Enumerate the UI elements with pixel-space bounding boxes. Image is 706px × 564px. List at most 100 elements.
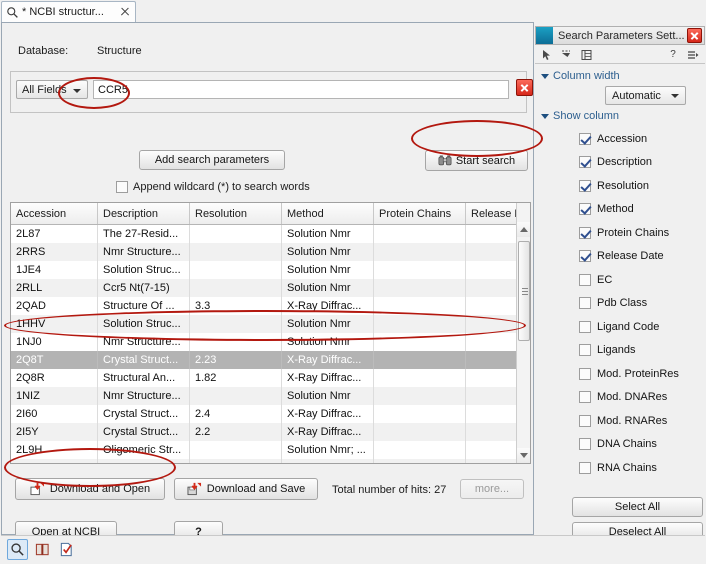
help-icon[interactable]: ? <box>666 48 680 62</box>
scroll-down-icon[interactable] <box>517 448 531 463</box>
show-column-item-mod-proteinres[interactable]: Mod. ProteinRes <box>579 362 703 386</box>
table-row[interactable]: 2RRSNmr Structure...Solution Nmr <box>11 243 531 261</box>
cell-description: Crystal Struct... <box>98 423 190 441</box>
table-row[interactable]: 2Q8RStructural An...1.82X-Ray Diffrac... <box>11 369 531 387</box>
more-label: more... <box>475 483 509 495</box>
column-width-dropdown[interactable]: Automatic <box>605 86 686 105</box>
checkbox[interactable] <box>579 368 591 380</box>
list-table-icon[interactable] <box>580 48 594 62</box>
close-icon[interactable] <box>119 6 131 18</box>
show-column-item-description[interactable]: Description <box>579 151 703 175</box>
tab-ncbi-structure-search[interactable]: * NCBI structur... <box>1 1 136 22</box>
show-column-item-pdb-class[interactable]: Pdb Class <box>579 292 703 316</box>
table-row[interactable]: 2Q8TCrystal Struct...2.23X-Ray Diffrac..… <box>11 351 531 369</box>
book-icon[interactable] <box>33 540 52 559</box>
table-row[interactable]: 2RLLCcr5 Nt(7-15)Solution Nmr <box>11 279 531 297</box>
show-column-item-mod-dnares[interactable]: Mod. DNARes <box>579 386 703 410</box>
checkbox[interactable] <box>579 203 591 215</box>
show-column-item-ec[interactable]: EC <box>579 268 703 292</box>
field-selector-dropdown[interactable]: All Fields <box>16 80 88 99</box>
checkbox[interactable] <box>579 415 591 427</box>
table-vertical-scrollbar[interactable] <box>516 203 530 463</box>
show-column-item-method[interactable]: Method <box>579 198 703 222</box>
cell-method: X-Ray Diffrac... <box>282 423 374 441</box>
cell-description: Solution Struc... <box>98 315 190 333</box>
table-row[interactable]: 2QADStructure Of ...3.3X-Ray Diffrac... <box>11 297 531 315</box>
checkbox[interactable] <box>579 156 591 168</box>
status-bar <box>1 535 705 563</box>
scroll-up-icon[interactable] <box>517 222 531 237</box>
append-wildcard-row[interactable]: Append wildcard (*) to search words <box>116 181 310 193</box>
show-column-item-label: Accession <box>597 133 647 145</box>
cell-accession: 1HHV <box>11 315 98 333</box>
cell-method: Solution Nmr <box>282 387 374 405</box>
download-and-save-button[interactable]: Download and Save <box>174 478 318 500</box>
column-header-resolution[interactable]: Resolution <box>190 203 282 225</box>
checkbox[interactable] <box>579 274 591 286</box>
table-row[interactable]: 2L9HOligomeric Str...Solution Nmr; ... <box>11 441 531 459</box>
table-row[interactable]: 3MLZCrystal Struct...2.99X-Ray Diffrac..… <box>11 459 531 464</box>
show-column-item-dna-chains[interactable]: DNA Chains <box>579 433 703 457</box>
show-column-item-mod-rnares[interactable]: Mod. RNARes <box>579 409 703 433</box>
select-all-button[interactable]: Select All <box>572 497 703 517</box>
show-column-item-release-date[interactable]: Release Date <box>579 245 703 269</box>
checkbox[interactable] <box>579 250 591 262</box>
table-row[interactable]: 1NJ0Nmr Structure...Solution Nmr <box>11 333 531 351</box>
checkbox[interactable] <box>579 462 591 474</box>
show-column-item-resolution[interactable]: Resolution <box>579 174 703 198</box>
show-column-item-label: Method <box>597 203 634 215</box>
checklist-icon[interactable] <box>57 540 76 559</box>
checkbox[interactable] <box>579 344 591 356</box>
more-button[interactable]: more... <box>460 479 524 499</box>
cell-resolution <box>190 387 282 405</box>
checkbox[interactable] <box>579 227 591 239</box>
section-column-width[interactable]: Column width <box>541 70 620 82</box>
column-header-method[interactable]: Method <box>282 203 374 225</box>
show-column-item-label: Ligand Code <box>597 321 659 333</box>
close-panel-icon[interactable] <box>687 28 702 43</box>
search-icon[interactable] <box>7 539 28 560</box>
add-search-parameters-button[interactable]: Add search parameters <box>139 150 285 170</box>
clear-search-button[interactable] <box>516 79 533 96</box>
results-table[interactable]: Accession Description Resolution Method … <box>10 202 531 464</box>
show-column-item-ligands[interactable]: Ligands <box>579 339 703 363</box>
show-column-item-rna-chains[interactable]: RNA Chains <box>579 456 703 480</box>
append-wildcard-checkbox[interactable] <box>116 181 128 193</box>
column-header-description[interactable]: Description <box>98 203 190 225</box>
field-selector-label: All Fields <box>22 84 67 96</box>
table-row[interactable]: 2I5YCrystal Struct...2.2X-Ray Diffrac... <box>11 423 531 441</box>
scrollbar-thumb[interactable] <box>518 241 530 341</box>
show-column-item-protein-chains[interactable]: Protein Chains <box>579 221 703 245</box>
column-header-accession[interactable]: Accession <box>11 203 98 225</box>
checkbox[interactable] <box>579 297 591 309</box>
table-row[interactable]: 2I60Crystal Struct...2.4X-Ray Diffrac... <box>11 405 531 423</box>
search-input[interactable] <box>93 80 509 99</box>
cell-protein-chains <box>374 225 466 244</box>
checkbox[interactable] <box>579 391 591 403</box>
cell-resolution: 2.4 <box>190 405 282 423</box>
table-row[interactable]: 1HHVSolution Struc...Solution Nmr <box>11 315 531 333</box>
download-and-open-button[interactable]: Download and Open <box>15 478 165 500</box>
checkbox[interactable] <box>579 321 591 333</box>
chevron-down-icon <box>541 74 549 79</box>
table-row[interactable]: 1JE4Solution Struc...Solution Nmr <box>11 261 531 279</box>
menu-list-icon[interactable] <box>686 48 700 62</box>
checkbox[interactable] <box>579 438 591 450</box>
column-header-protein-chains[interactable]: Protein Chains <box>374 203 466 225</box>
show-column-item-ligand-code[interactable]: Ligand Code <box>579 315 703 339</box>
binoculars-icon <box>438 154 452 167</box>
pointer-icon[interactable] <box>540 48 554 62</box>
checkbox[interactable] <box>579 180 591 192</box>
chevron-down-icon <box>671 94 679 98</box>
tab-label: * NCBI structur... <box>22 6 119 18</box>
checkbox[interactable] <box>579 133 591 145</box>
cell-method: Solution Nmr <box>282 333 374 351</box>
cell-protein-chains <box>374 279 466 297</box>
section-show-column[interactable]: Show column <box>541 110 619 122</box>
table-row[interactable]: 2L87The 27-Resid...Solution Nmr <box>11 225 531 244</box>
start-search-button[interactable]: Start search <box>425 150 528 171</box>
cell-protein-chains <box>374 369 466 387</box>
show-column-item-accession[interactable]: Accession <box>579 127 703 151</box>
table-row[interactable]: 1NIZNmr Structure...Solution Nmr <box>11 387 531 405</box>
pointer-dashed-icon[interactable] <box>560 48 574 62</box>
